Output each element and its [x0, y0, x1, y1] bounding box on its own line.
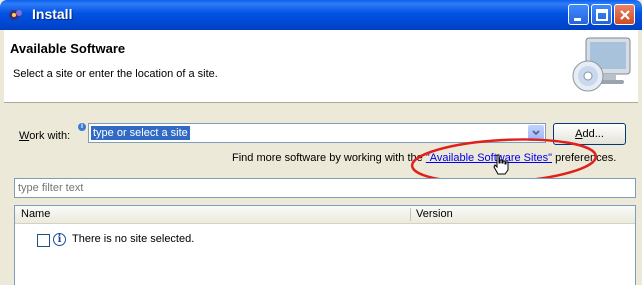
close-icon	[620, 10, 630, 20]
row-checkbox[interactable]	[37, 234, 50, 247]
window-title: Install	[32, 6, 73, 22]
combo-selected-text: type or select a site	[91, 126, 190, 140]
table-header: Name Version	[15, 206, 635, 224]
maximize-button[interactable]	[591, 4, 612, 25]
minimize-icon	[574, 18, 581, 21]
page-title: Available Software	[10, 41, 126, 56]
minimize-button[interactable]	[568, 4, 589, 25]
find-more-software-text: Find more software by working with the "…	[232, 152, 617, 164]
computer-cd-icon	[572, 37, 631, 92]
available-software-table[interactable]: Name Version i There is no site selected…	[14, 205, 636, 285]
add-button[interactable]: Add...	[553, 123, 626, 145]
dialog-body: Work with: i type or select a site Add..…	[4, 103, 638, 285]
row-name: There is no site selected.	[72, 233, 195, 245]
combo-dropdown-button[interactable]	[528, 125, 544, 141]
dialog-header: Available Software Select a site or ente…	[4, 30, 638, 103]
install-dialog: Install Available Software Select a site…	[0, 0, 642, 285]
hand-cursor-icon	[493, 154, 509, 175]
available-software-sites-link[interactable]: "Available Software Sites"	[426, 152, 552, 164]
info-icon: i	[53, 233, 66, 246]
info-decoration-icon: i	[78, 123, 86, 131]
work-with-label: Work with:	[19, 130, 71, 142]
eclipse-app-icon	[9, 10, 22, 20]
work-with-combo[interactable]: type or select a site	[88, 123, 546, 143]
column-divider[interactable]	[410, 208, 411, 221]
column-version-header[interactable]: Version	[416, 208, 453, 220]
page-description: Select a site or enter the location of a…	[13, 68, 218, 80]
column-name-header[interactable]: Name	[21, 208, 50, 220]
filter-input[interactable]	[14, 178, 636, 198]
chevron-down-icon	[532, 130, 540, 136]
title-bar[interactable]: Install	[0, 0, 642, 30]
close-button[interactable]	[614, 4, 635, 25]
maximize-icon	[596, 9, 608, 21]
